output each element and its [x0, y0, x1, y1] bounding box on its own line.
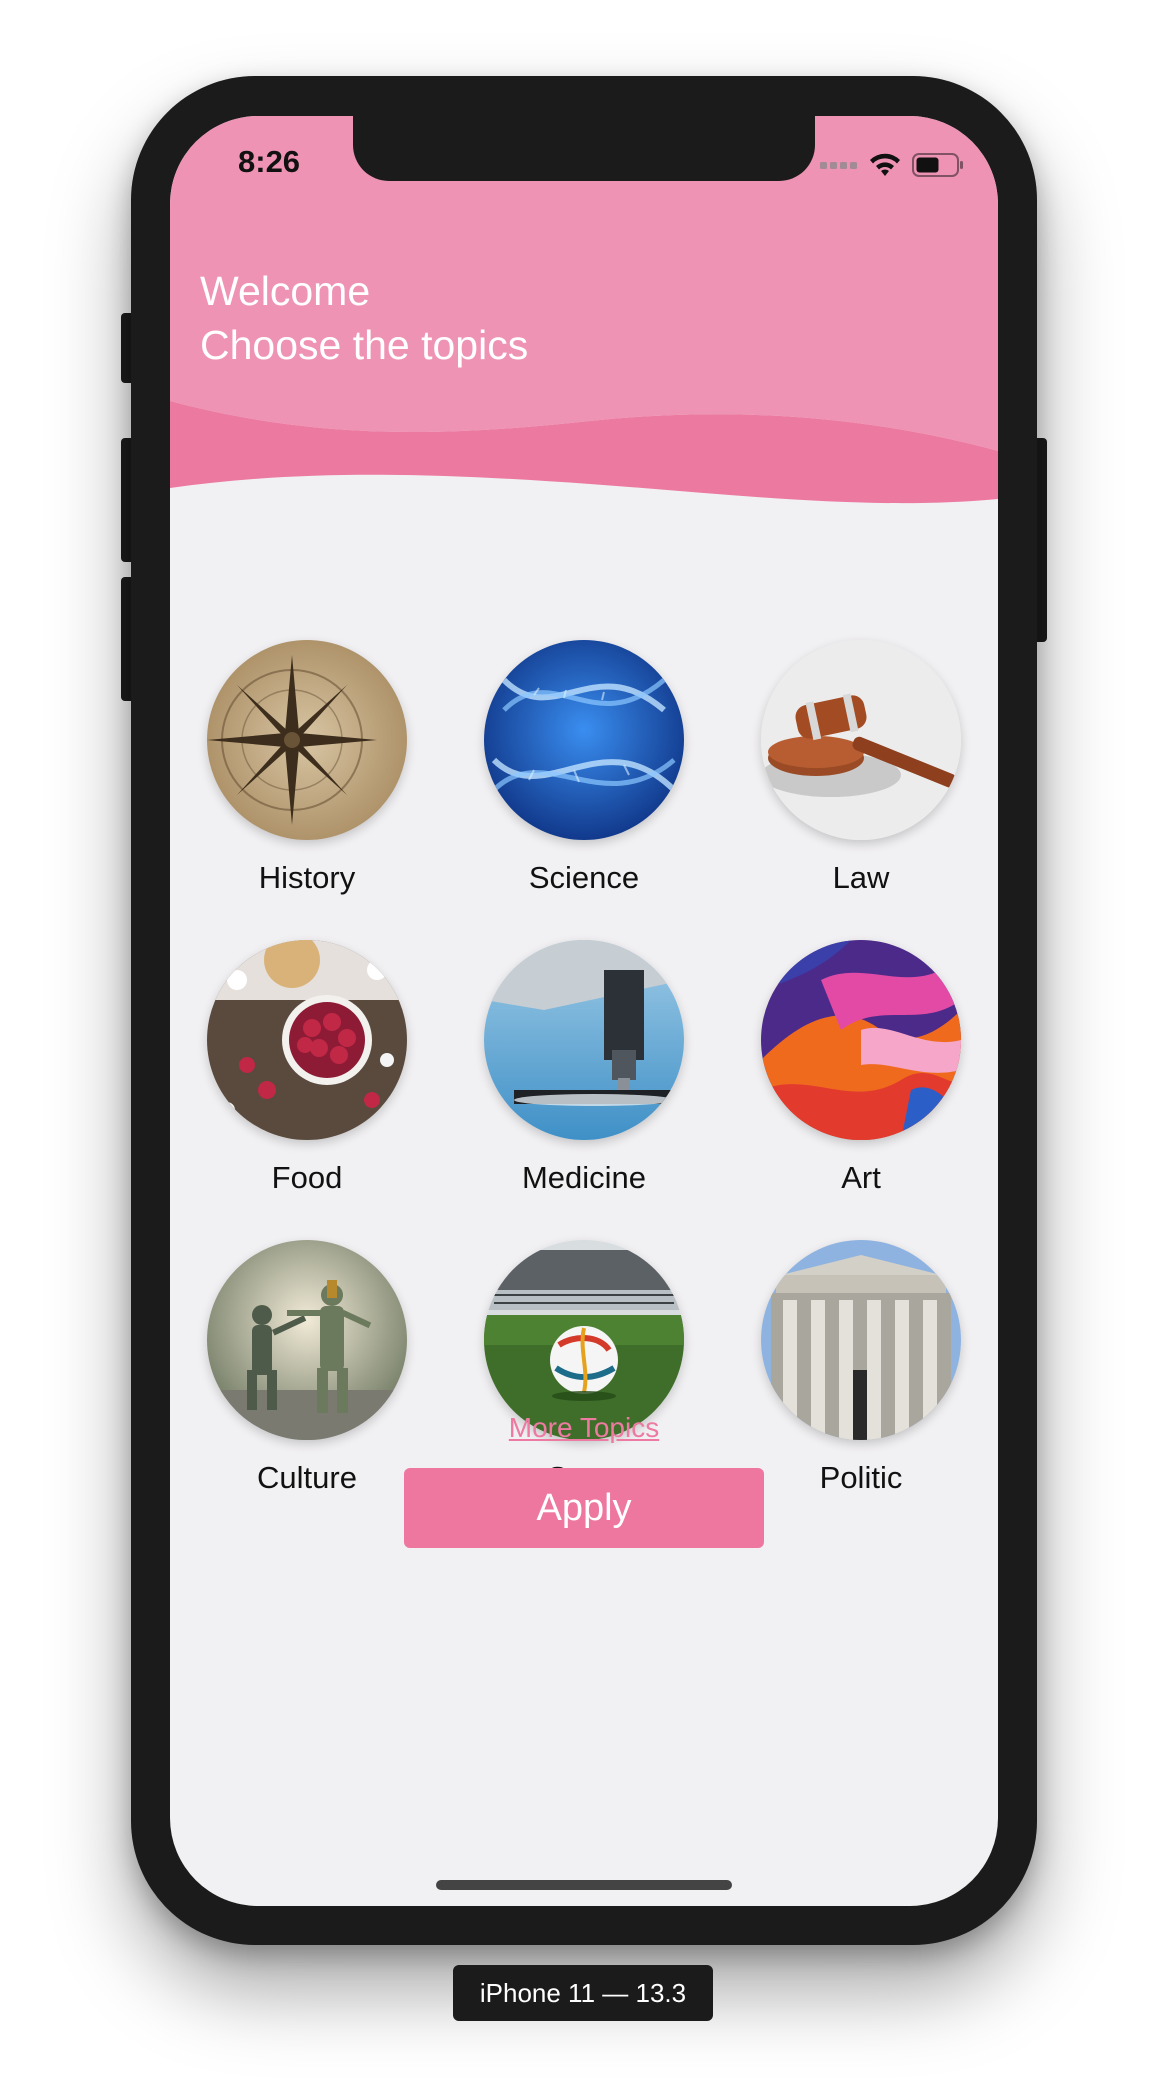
- topic-politic[interactable]: Politic: [741, 1240, 981, 1496]
- status-icons: [820, 152, 964, 178]
- topic-art[interactable]: Art: [741, 940, 981, 1196]
- science-image[interactable]: [484, 640, 684, 840]
- welcome-title: Welcome: [200, 268, 371, 314]
- law-image[interactable]: [761, 640, 961, 840]
- sport-image[interactable]: [484, 1240, 684, 1440]
- more-topics-link[interactable]: More Topics: [170, 1412, 998, 1444]
- battery-icon: [912, 153, 963, 177]
- topic-culture[interactable]: Culture: [187, 1240, 427, 1496]
- food-image[interactable]: [207, 940, 407, 1140]
- gavel-icon: [761, 640, 961, 840]
- soccer-ball-icon: [484, 1240, 684, 1440]
- topic-food[interactable]: Food: [187, 940, 427, 1196]
- columns-building-icon: [761, 1240, 961, 1440]
- simulator-stage: 8:26 Welcome Choose the topics History S…: [0, 0, 1168, 2096]
- microscope-icon: [484, 940, 684, 1140]
- apply-button[interactable]: Apply: [404, 1468, 764, 1548]
- choose-topics-subtitle: Choose the topics: [200, 322, 529, 368]
- app-screen: 8:26 Welcome Choose the topics History S…: [170, 116, 998, 1906]
- topic-sport[interactable]: Sport: [464, 1240, 704, 1496]
- topic-label-food: Food: [271, 1160, 343, 1195]
- topic-label-law: Law: [832, 860, 890, 895]
- device-notch: [353, 116, 815, 181]
- culture-image[interactable]: [207, 1240, 407, 1440]
- cellular-icon: [820, 162, 857, 169]
- topic-label-culture: Culture: [257, 1460, 357, 1495]
- dna-helix-icon: [484, 640, 684, 840]
- topic-law[interactable]: Law: [741, 640, 981, 896]
- status-time: 8:26: [238, 144, 301, 179]
- history-image[interactable]: [207, 640, 407, 840]
- art-image[interactable]: [761, 940, 961, 1140]
- topic-label-science: Science: [528, 860, 640, 895]
- topic-label-politic: Politic: [819, 1460, 903, 1495]
- dancers-icon: [207, 1240, 407, 1440]
- topic-history[interactable]: History: [187, 640, 427, 896]
- topic-science[interactable]: Science: [464, 640, 704, 896]
- politic-image[interactable]: [761, 1240, 961, 1440]
- paint-strokes-icon: [761, 940, 961, 1140]
- welcome-heading: Welcome Choose the topics: [200, 264, 528, 372]
- wifi-icon: [870, 153, 900, 176]
- topic-label-medicine: Medicine: [521, 1160, 647, 1195]
- topic-label-history: History: [258, 860, 356, 895]
- raspberry-bowl-icon: [207, 940, 407, 1140]
- home-indicator[interactable]: [436, 1880, 732, 1890]
- compass-rose-icon: [207, 640, 407, 840]
- device-label: iPhone 11 — 13.3: [453, 1965, 713, 2021]
- topic-medicine[interactable]: Medicine: [464, 940, 704, 1196]
- medicine-image[interactable]: [484, 940, 684, 1140]
- topic-label-art: Art: [841, 1160, 881, 1195]
